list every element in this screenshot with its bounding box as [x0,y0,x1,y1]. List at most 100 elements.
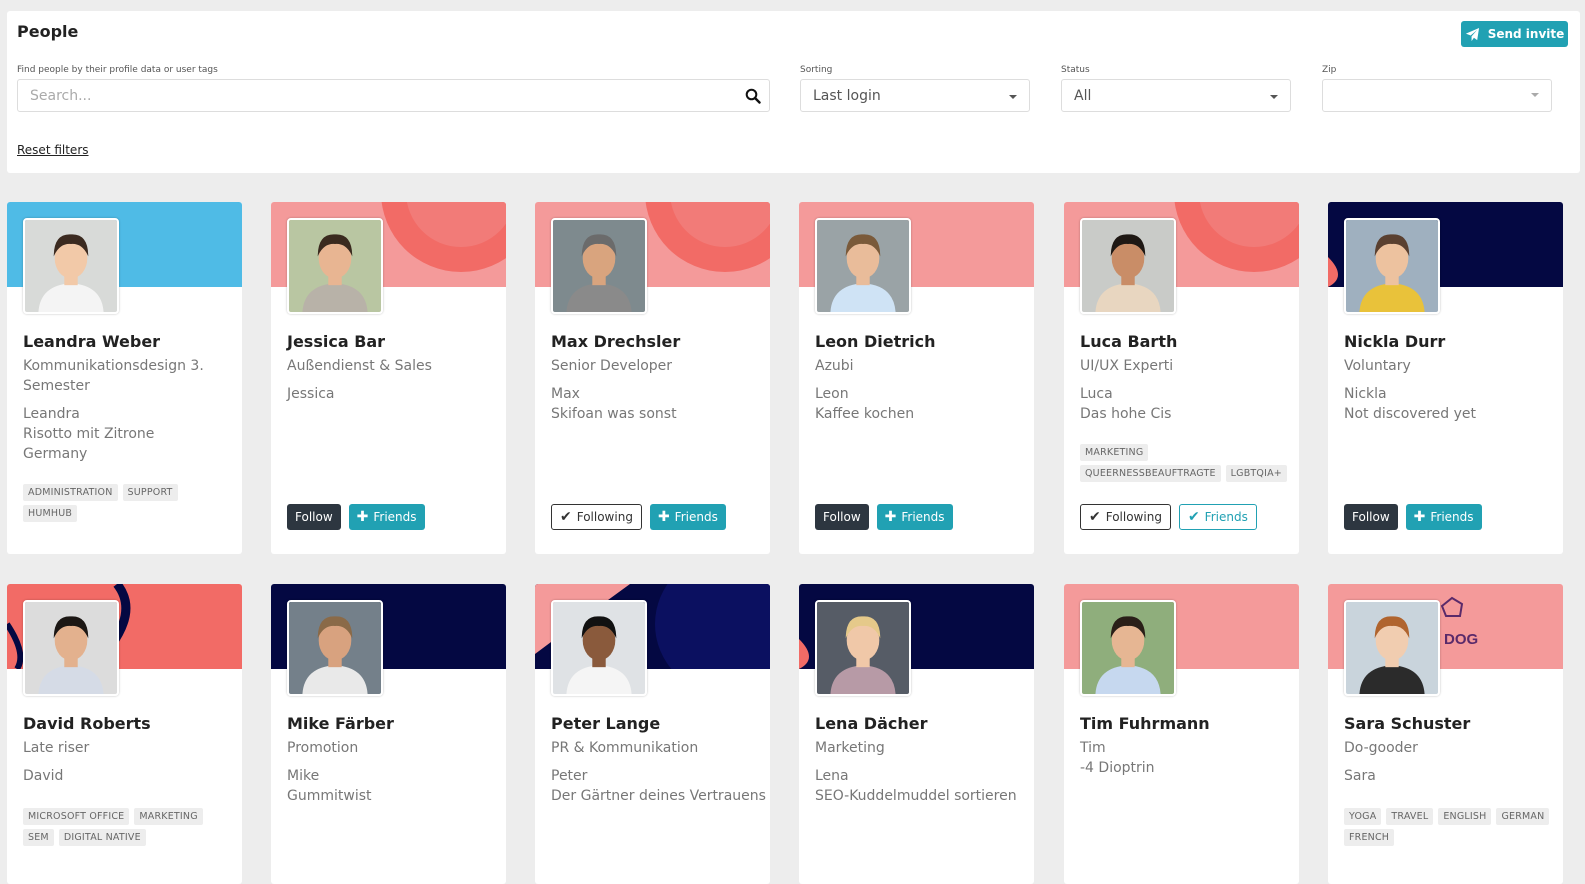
avatar-image [817,220,909,312]
user-tag[interactable]: FRENCH [1344,829,1395,846]
filter-panel: People Send invite Find people by their … [7,11,1580,173]
tag-list: YOGA TRAVEL ENGLISH GERMAN FRENCH [1344,808,1554,846]
person-title: UI/UX Experti [1080,358,1174,374]
status-select[interactable]: All [1061,79,1291,112]
paper-plane-icon [1465,27,1479,41]
person-name[interactable]: Luca Barth [1080,332,1177,351]
avatar[interactable] [23,218,119,314]
user-tag[interactable]: MARKETING [134,808,203,825]
person-title: Kommunikationsdesign 3. Semester [23,358,204,394]
person-name[interactable]: Sara Schuster [1344,714,1470,733]
person-info: Leandra Risotto mit Zitrone Germany [23,404,233,464]
card-actions: ✔ Following ✔ Friends [1080,504,1257,530]
user-tag[interactable]: SUPPORT [122,484,178,501]
person-title: Do-gooder [1344,740,1418,756]
user-tag[interactable]: DIGITAL NATIVE [58,829,146,846]
user-tag[interactable]: HUMHUB [23,505,78,522]
person-name[interactable]: Mike Färber [287,714,394,733]
sorting-value: Last login [813,87,881,104]
user-tag[interactable]: MICROSOFT OFFICE [23,808,130,825]
status-value: All [1074,87,1092,104]
avatar[interactable] [551,218,647,314]
person-card[interactable]: Mike Färber Promotion Mike Gummitwist [271,584,506,884]
person-card[interactable]: Peter Lange PR & Kommunikation Peter Der Gä… [535,584,770,884]
person-info: Lena SEO-Kuddelmuddel sortieren [815,766,1025,806]
avatar[interactable] [287,218,383,314]
avatar[interactable] [23,600,119,696]
user-tag[interactable]: GERMAN [1496,808,1550,825]
info-line: Der Gärtner deines Vertrauens [551,788,766,804]
person-card[interactable]: Jessica Bar Außendienst & Sales Jessica Fo… [271,202,506,554]
zip-select[interactable] [1322,79,1552,112]
add-friend-button[interactable]: ✔ Friends [1178,504,1257,530]
avatar[interactable] [287,600,383,696]
person-name[interactable]: Nickla Durr [1344,332,1445,351]
avatar-image [289,220,381,312]
following-button[interactable]: ✔ Following [551,504,642,530]
person-card[interactable]: Leon Dietrich Azubi Leon Kaffee kochen Foll… [799,202,1034,554]
person-name[interactable]: Peter Lange [551,714,660,733]
search-icon[interactable] [745,88,761,104]
info-line: Germany [23,446,88,462]
avatar[interactable] [551,600,647,696]
person-card[interactable]: Max Drechsler Senior Developer Max Skifoan … [535,202,770,554]
user-tag[interactable]: MARKETING [1080,444,1149,461]
user-tag[interactable]: ENGLISH [1438,808,1492,825]
user-tag[interactable]: ADMINISTRATION [23,484,118,501]
chevron-down-icon [1009,95,1017,99]
user-tag[interactable]: LGBTQIA+ [1225,465,1287,482]
avatar[interactable] [815,218,911,314]
person-title: PR & Kommunikation [551,740,699,756]
sorting-select[interactable]: Last login [800,79,1030,112]
person-card[interactable]: DOG Sara Schuster Do-gooder Sara YOGA TRAVEL… [1328,584,1563,884]
follow-label: Following [576,510,633,524]
person-name[interactable]: Lena Dächer [815,714,928,733]
person-info: Luca Das hohe Cis [1080,384,1290,424]
search-input[interactable]: Search... [17,79,770,112]
person-name[interactable]: Leandra Weber [23,332,160,351]
info-line: Skifoan was sonst [551,406,677,422]
follow-button[interactable]: Follow [287,504,341,530]
avatar[interactable] [1080,600,1176,696]
user-tag[interactable]: YOGA [1344,808,1382,825]
add-friend-button[interactable]: ✚ Friends [649,504,726,530]
person-card[interactable]: Lena Dächer Marketing Lena SEO-Kuddelmuddel… [799,584,1034,884]
person-info: Sara [1344,766,1554,786]
send-invite-button[interactable]: Send invite [1461,21,1568,47]
person-card[interactable]: Tim Fuhrmann Tim -4 Dioptrin [1064,584,1299,884]
user-tag[interactable]: SEM [23,829,54,846]
person-card[interactable]: Nickla Durr Voluntary Nickla Not discovered… [1328,202,1563,554]
user-tag[interactable]: TRAVEL [1386,808,1434,825]
avatar[interactable] [1080,218,1176,314]
reset-filters-link[interactable]: Reset filters [17,143,89,157]
follow-button[interactable]: Follow [1344,504,1398,530]
person-name[interactable]: Tim Fuhrmann [1080,714,1210,733]
avatar[interactable] [815,600,911,696]
person-card[interactable]: David Roberts Late riser David MICROSOFT OF… [7,584,242,884]
search-placeholder: Search... [30,87,92,104]
friends-label: Friends [1430,510,1474,524]
user-tag[interactable]: QUEERNESSBEAUFTRAGTE [1080,465,1221,482]
person-card[interactable]: Luca Barth UI/UX Experti Luca Das hohe Cis M… [1064,202,1299,554]
person-info: Nickla Not discovered yet [1344,384,1554,424]
card-actions: Follow ✚ Friends [287,504,425,530]
person-name[interactable]: Jessica Bar [287,332,385,351]
person-name[interactable]: David Roberts [23,714,151,733]
person-title: Voluntary [1344,358,1411,374]
plus-icon: ✚ [657,509,670,525]
following-button[interactable]: ✔ Following [1080,504,1171,530]
follow-button[interactable]: Follow [815,504,869,530]
avatar[interactable] [1344,218,1440,314]
card-actions: Follow ✚ Friends [1344,504,1482,530]
person-name[interactable]: Max Drechsler [551,332,680,351]
search-label: Find people by their profile data or use… [17,65,218,75]
add-friend-button[interactable]: ✚ Friends [876,504,953,530]
card-actions: ✔ Following ✚ Friends [551,504,726,530]
check-icon: ✔ [1187,509,1200,525]
person-card[interactable]: Leandra Weber Kommunikationsdesign 3. Sem… [7,202,242,554]
person-name[interactable]: Leon Dietrich [815,332,936,351]
avatar[interactable] [1344,600,1440,696]
add-friend-button[interactable]: ✚ Friends [348,504,425,530]
info-line: Luca [1080,386,1113,402]
add-friend-button[interactable]: ✚ Friends [1405,504,1482,530]
